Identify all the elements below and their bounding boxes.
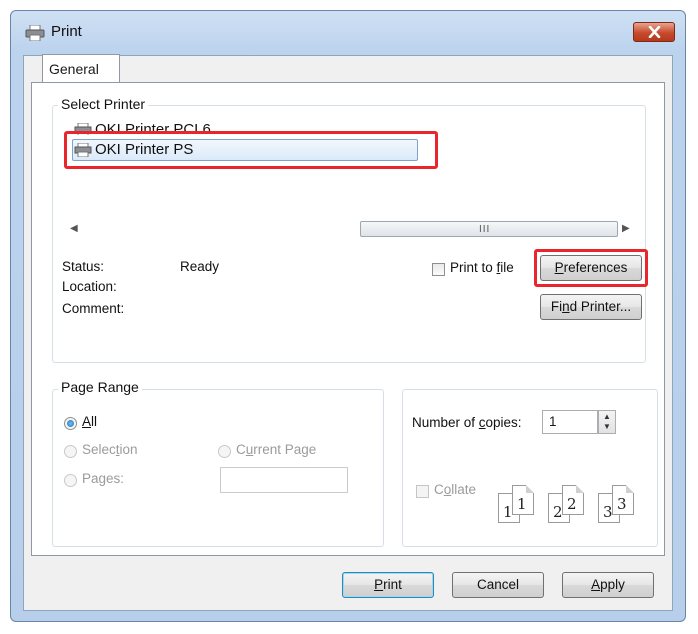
general-tab-panel: Select Printer OKI Printer PCL6 OKI Prin…	[31, 82, 665, 556]
preferences-highlight-frame	[534, 249, 648, 287]
pages-input[interactable]	[220, 467, 348, 493]
location-label: Location:	[62, 279, 117, 294]
collate-page-front-2: 2	[562, 485, 584, 515]
label-text: llate	[451, 482, 477, 497]
spin-down-icon[interactable]: ▼	[603, 422, 611, 431]
all-label[interactable]: All	[82, 414, 97, 429]
button-label: pply	[600, 577, 625, 592]
label-text: Selec	[82, 442, 116, 457]
page-number: 3	[617, 495, 627, 513]
status-value: Ready	[180, 259, 220, 274]
copies-spinner[interactable]: ▲ ▼	[598, 410, 616, 434]
printer-icon	[25, 25, 45, 41]
label-text: ll	[91, 414, 98, 429]
button-label: rint	[383, 577, 402, 592]
pages-label[interactable]: Pages:	[82, 471, 124, 486]
label-text: ion	[119, 442, 138, 457]
all-radio[interactable]	[64, 417, 77, 430]
close-icon	[648, 26, 661, 38]
selection-radio[interactable]	[64, 445, 77, 458]
status-label: Status:	[62, 259, 105, 274]
button-label: Cancel	[476, 577, 520, 592]
scroll-thumb[interactable]: III	[360, 221, 618, 237]
print-to-file-checkbox[interactable]	[432, 263, 445, 276]
pages-radio[interactable]	[64, 474, 77, 487]
radio-selected-indicator	[67, 420, 74, 427]
access-key: A	[591, 577, 601, 592]
access-key: c	[478, 415, 486, 430]
page-number: 2	[567, 495, 577, 513]
current-page-label[interactable]: Current Page	[236, 442, 316, 457]
scroll-left-icon[interactable]: ◀	[70, 223, 78, 234]
label-text: es:	[106, 471, 125, 486]
dialog-content: General Select Printer OKI Printer PCL6	[23, 54, 673, 611]
label-text: Number of	[412, 415, 479, 430]
label-text: ile	[500, 260, 514, 275]
collate-label[interactable]: Collate	[434, 482, 476, 497]
button-label: d Printer...	[569, 299, 632, 314]
select-printer-legend: Select Printer	[58, 96, 149, 112]
printer-highlight-frame	[64, 131, 438, 169]
collate-page-front-3: 3	[612, 485, 634, 515]
print-button[interactable]: Print	[342, 572, 434, 598]
tab-general[interactable]: General	[42, 54, 120, 82]
tab-general-label: General	[49, 61, 99, 77]
scroll-grip-icon: III	[479, 224, 491, 235]
copies-group	[402, 389, 658, 547]
print-dialog: Print General Select Printer OKI Printer	[10, 10, 686, 622]
label-text: rrent Page	[253, 442, 317, 457]
close-button[interactable]	[633, 22, 675, 42]
current-page-radio[interactable]	[218, 445, 231, 458]
collate-checkbox[interactable]	[416, 485, 429, 498]
find-printer-button[interactable]: Find Printer...	[540, 294, 642, 320]
collate-page-front-1: 1	[512, 485, 534, 515]
copies-input[interactable]: 1	[542, 410, 598, 434]
selection-label[interactable]: Selection	[82, 442, 138, 457]
copies-value: 1	[549, 414, 557, 429]
label-text: Pa	[82, 471, 99, 486]
cancel-button[interactable]: Cancel	[452, 572, 544, 598]
access-key: n	[562, 299, 570, 314]
access-key: g	[98, 471, 107, 486]
label-text: C	[236, 442, 246, 457]
access-key: A	[82, 414, 92, 429]
apply-button[interactable]: Apply	[562, 572, 654, 598]
label-text: opies:	[485, 415, 522, 430]
title-bar[interactable]: Print	[11, 11, 685, 51]
label-text: Print to	[450, 260, 497, 275]
page-range-legend: Page Range	[58, 379, 142, 395]
button-label: Fi	[550, 299, 563, 314]
printer-list[interactable]: OKI Printer PCL6 OKI Printer PS ◀ III ▶	[62, 117, 634, 249]
number-of-copies-label: Number of copies:	[412, 415, 522, 430]
spin-up-icon[interactable]: ▲	[603, 412, 611, 421]
page-number: 1	[517, 495, 527, 513]
access-key: P	[374, 577, 384, 592]
comment-label: Comment:	[62, 301, 125, 316]
label-text: C	[434, 482, 444, 497]
print-to-file-label[interactable]: Print to file	[450, 260, 514, 275]
printer-list-scrollbar[interactable]: ◀ III ▶	[66, 221, 632, 239]
scroll-right-icon[interactable]: ▶	[622, 223, 630, 234]
window-title: Print	[51, 23, 82, 40]
